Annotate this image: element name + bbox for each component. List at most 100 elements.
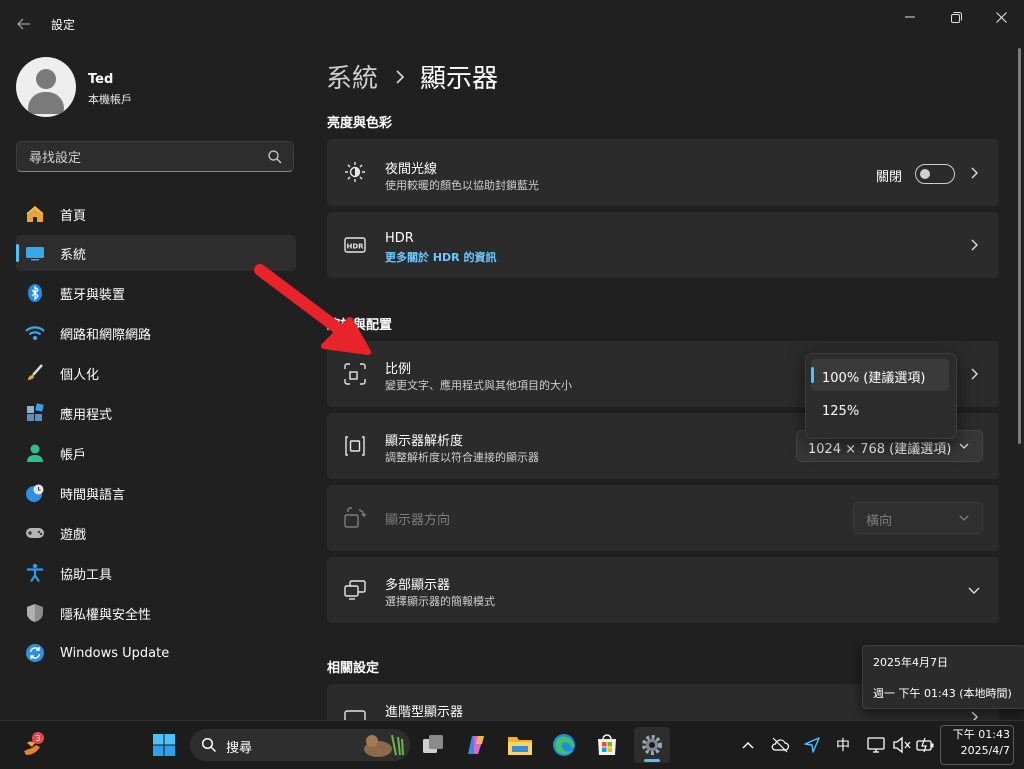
start-button[interactable] [146, 727, 182, 763]
gamepad-icon [26, 528, 44, 538]
sidebar-item-time-language[interactable]: 時間與語言 [16, 475, 296, 511]
user-account-type: 本機帳戶 [88, 93, 132, 106]
svg-text:HDR: HDR [346, 243, 364, 251]
breadcrumb: 系統 顯示器 [326, 58, 498, 95]
section-title-related: 相關設定 [327, 661, 380, 676]
gear-icon [642, 735, 662, 755]
scale-option-125[interactable]: 125% [811, 396, 949, 428]
display-icon [344, 710, 366, 720]
sidebar-item-accounts[interactable]: 帳戶 [16, 435, 296, 471]
multiple-displays-icon [344, 580, 366, 600]
sidebar-item-label: 遊戲 [60, 527, 87, 543]
sidebar-item-label: 系統 [60, 247, 87, 263]
sidebar-item-privacy[interactable]: 隱私權與安全性 [16, 595, 296, 631]
multiple-displays-subtitle: 選擇顯示器的簡報模式 [385, 595, 495, 608]
tooltip-date: 2025年4月7日 [873, 656, 948, 669]
scale-icon [344, 363, 366, 385]
clock-time: 下午 01:43 [952, 728, 1010, 741]
sidebar-item-label: 時間與語言 [60, 487, 126, 503]
task-view-button[interactable] [415, 727, 451, 763]
search-icon [201, 737, 217, 753]
orientation-value: 橫向 [866, 514, 893, 529]
taskbar-search[interactable]: 搜尋 [190, 729, 410, 761]
sidebar-item-gaming[interactable]: 遊戲 [16, 515, 296, 551]
selection-indicator [811, 367, 814, 383]
sidebar-item-label: 帳戶 [60, 447, 87, 463]
search-icon[interactable] [267, 149, 283, 165]
chevron-right-icon [396, 69, 405, 84]
user-name: Ted [88, 72, 114, 87]
home-icon [26, 206, 44, 222]
widgets-icon: 3 [24, 732, 44, 755]
taskbar-clock[interactable]: 下午 01:43 2025/4/7 [942, 727, 1010, 763]
chevron-down-icon [959, 443, 969, 449]
night-light-toggle[interactable] [915, 164, 955, 184]
scale-option-100[interactable]: 100% (建議選項) [811, 359, 949, 391]
scale-subtitle: 變更文字、應用程式與其他項目的大小 [385, 379, 572, 392]
search-box[interactable] [16, 141, 294, 172]
widgets-button[interactable]: 3 [14, 727, 50, 763]
cloud-off-icon[interactable] [770, 735, 790, 755]
store-button[interactable] [589, 727, 625, 763]
back-button[interactable] [12, 12, 36, 36]
toggle-knob [920, 169, 930, 179]
edge-button[interactable] [546, 727, 582, 763]
night-light-icon [345, 162, 365, 182]
search-highlight-icon [364, 734, 404, 757]
chevron-right-icon [971, 167, 978, 179]
sidebar-item-accessibility[interactable]: 協助工具 [16, 555, 296, 591]
sidebar-item-home[interactable]: 首頁 [16, 196, 296, 232]
input-language-indicator[interactable]: 中 [836, 735, 856, 755]
taskbar: 3 搜尋 中 下午 01:43 2025/4/7 [0, 720, 1024, 769]
night-light-title: 夜間光線 [385, 162, 438, 177]
resolution-title: 顯示器解析度 [385, 434, 464, 449]
sidebar-item-label: 藍牙與裝置 [60, 287, 126, 303]
settings-taskbar-button[interactable] [634, 727, 670, 763]
resolution-value: 1024 × 768 (建議選項) [808, 442, 952, 457]
selection-indicator [16, 244, 19, 262]
title-bar: 設定 [0, 0, 1024, 48]
copilot-button[interactable] [458, 727, 494, 763]
sidebar-item-label: 個人化 [60, 367, 100, 383]
minimize-button[interactable] [887, 6, 933, 28]
red-arrow-annotation [254, 264, 371, 355]
volume-muted-icon[interactable] [892, 735, 912, 755]
bluetooth-icon [28, 284, 42, 302]
night-light-subtitle: 使用較暖的顏色以協助封鎖藍光 [385, 179, 539, 192]
location-icon[interactable] [802, 735, 822, 755]
orientation-dropdown: 橫向 [853, 502, 983, 534]
night-light-toggle-label: 關閉 [876, 170, 903, 185]
brush-icon [28, 364, 43, 380]
minimize-icon [905, 16, 915, 18]
hdr-info-link[interactable]: 更多關於 HDR 的資訊 [385, 249, 496, 265]
hdr-card[interactable]: HDR HDR 更多關於 HDR 的資訊 [327, 212, 999, 278]
sidebar-item-apps[interactable]: 應用程式 [16, 395, 296, 431]
taskbar-search-label: 搜尋 [226, 741, 253, 756]
sidebar-item-label: Windows Update [60, 645, 170, 661]
sidebar-item-windows-update[interactable]: Windows Update [16, 635, 296, 671]
advanced-display-title: 進階型顯示器 [385, 705, 464, 720]
breadcrumb-parent[interactable]: 系統 [326, 58, 378, 95]
store-icon [598, 734, 616, 755]
app-title: 設定 [51, 18, 76, 32]
avatar[interactable] [16, 57, 76, 117]
clock-date: 2025/4/7 [960, 744, 1010, 757]
tooltip-datetime: 週一 下午 01:43 (本地時間) [873, 687, 1012, 700]
multiple-displays-card[interactable]: 多部顯示器 選擇顯示器的簡報模式 [327, 557, 999, 623]
chevron-right-icon [971, 711, 978, 720]
chevron-up-icon[interactable] [738, 735, 758, 755]
scale-title: 比例 [385, 362, 412, 377]
search-input[interactable] [27, 148, 261, 168]
scrollbar[interactable] [1018, 48, 1021, 444]
close-button[interactable] [978, 6, 1024, 28]
restore-button[interactable] [933, 6, 979, 28]
chevron-right-icon [971, 239, 978, 251]
battery-icon[interactable] [915, 735, 935, 755]
scale-options-popup: 100% (建議選項) 125% [805, 353, 957, 439]
file-explorer-button[interactable] [502, 727, 538, 763]
chevron-right-icon [971, 368, 978, 380]
orientation-icon [344, 507, 366, 528]
network-icon[interactable] [866, 735, 886, 755]
date-tooltip: 2025年4月7日 週一 下午 01:43 (本地時間) [862, 645, 1024, 709]
sidebar-item-label: 網路和網際網路 [60, 327, 152, 343]
